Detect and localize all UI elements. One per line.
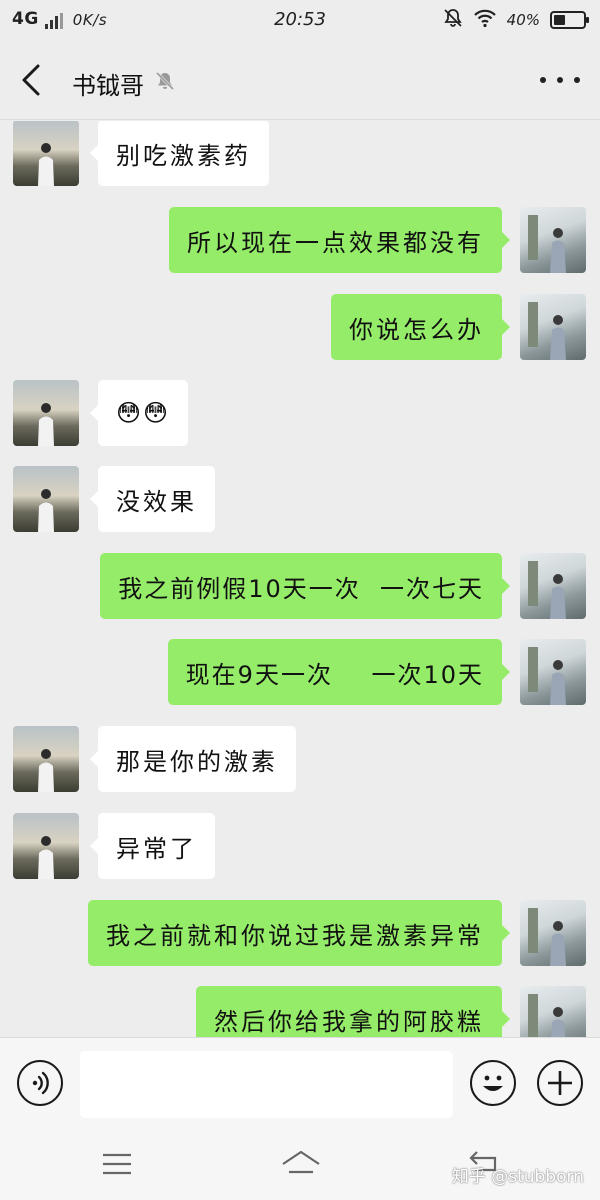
battery-text: 40% xyxy=(506,11,540,29)
message-bubble[interactable]: 我之前就和你说过我是激素异常 xyxy=(88,900,510,966)
my-avatar[interactable] xyxy=(520,294,586,360)
battery-fill xyxy=(554,15,565,25)
friend-avatar[interactable] xyxy=(13,813,79,879)
chat-header: 书钺哥 xyxy=(0,40,600,120)
home-icon[interactable] xyxy=(279,1148,320,1180)
friend-avatar[interactable] xyxy=(13,466,79,532)
chat-area[interactable]: 别吃激素药 所以现在一点效果都没有 你说怎么办 😳😳 没效果 我之前例假10天一… xyxy=(0,121,600,1037)
message-bubble[interactable]: 别吃激素药 xyxy=(90,121,269,186)
contact-name: 书钺哥 xyxy=(72,72,144,100)
message-bubble[interactable]: 那是你的激素 xyxy=(90,726,296,792)
message-bubble[interactable]: 异常了 xyxy=(90,813,215,879)
wifi-icon xyxy=(473,8,497,32)
battery-icon xyxy=(550,11,589,29)
my-avatar[interactable] xyxy=(520,553,586,619)
message-bubble[interactable]: 我之前例假10天一次 一次七天 xyxy=(100,553,510,619)
message-bubble[interactable]: 然后你给我拿的阿胶糕 xyxy=(196,986,510,1037)
message-input[interactable] xyxy=(80,1051,453,1118)
status-bar: 4G 0K/s 20:53 40% xyxy=(0,0,600,40)
message-bubble[interactable]: 😳😳 xyxy=(89,380,189,446)
friend-avatar[interactable] xyxy=(13,726,79,792)
menu-icon[interactable] xyxy=(98,1148,138,1180)
message-bubble[interactable]: 没效果 xyxy=(90,466,215,532)
emoji-icon[interactable] xyxy=(470,1060,516,1106)
my-avatar[interactable] xyxy=(520,900,586,966)
status-right: 40% xyxy=(443,8,589,32)
friend-avatar[interactable] xyxy=(13,121,79,186)
plus-icon[interactable] xyxy=(537,1060,583,1106)
message-bubble[interactable]: 你说怎么办 xyxy=(331,294,510,360)
friend-avatar[interactable] xyxy=(13,380,79,446)
input-bar xyxy=(0,1037,600,1130)
watermark: 知乎 @stubborn xyxy=(451,1167,584,1187)
my-avatar[interactable] xyxy=(520,986,586,1037)
back-arrow-icon[interactable] xyxy=(16,62,50,98)
mute-icon xyxy=(443,8,463,32)
mute-bell-icon xyxy=(154,70,176,98)
message-bubble[interactable]: 所以现在一点效果都没有 xyxy=(169,207,510,273)
more-icon[interactable] xyxy=(540,68,580,92)
my-avatar[interactable] xyxy=(520,639,586,705)
voice-icon[interactable] xyxy=(17,1060,63,1106)
chat-title: 书钺哥 xyxy=(72,66,176,101)
my-avatar[interactable] xyxy=(520,207,586,273)
message-bubble[interactable]: 现在9天一次 一次10天 xyxy=(167,639,511,705)
